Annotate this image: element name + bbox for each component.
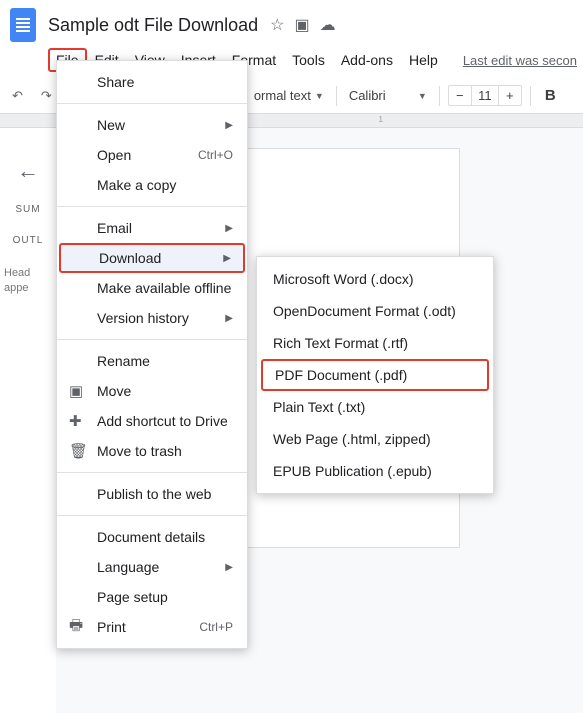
- menu-share[interactable]: Share: [57, 67, 247, 97]
- caret-down-icon: ▼: [315, 91, 324, 101]
- menu-rename-label: Rename: [97, 353, 150, 369]
- menu-rename[interactable]: Rename: [57, 346, 247, 376]
- menu-publish-label: Publish to the web: [97, 486, 211, 502]
- download-docx[interactable]: Microsoft Word (.docx): [257, 263, 493, 295]
- menu-divider: [57, 103, 247, 104]
- menu-version-history[interactable]: Version history ▶: [57, 303, 247, 333]
- star-icon[interactable]: ☆: [270, 15, 284, 35]
- docs-logo-icon[interactable]: [10, 8, 36, 42]
- menu-download-label: Download: [99, 250, 161, 266]
- menu-pagesetup-label: Page setup: [97, 589, 168, 605]
- menu-move-label: Move: [97, 383, 131, 399]
- redo-icon[interactable]: ↷: [35, 84, 58, 108]
- download-odt[interactable]: OpenDocument Format (.odt): [257, 295, 493, 327]
- menu-offline-label: Make available offline: [97, 280, 231, 296]
- menu-make-copy[interactable]: Make a copy: [57, 170, 247, 200]
- chevron-right-icon: ▶: [225, 313, 233, 324]
- download-rtf[interactable]: Rich Text Format (.rtf): [257, 327, 493, 359]
- menu-divider: [57, 206, 247, 207]
- last-edit-link[interactable]: Last edit was secon: [463, 53, 577, 68]
- menu-language[interactable]: Language ▶: [57, 552, 247, 582]
- menu-offline[interactable]: Make available offline: [57, 273, 247, 303]
- chevron-right-icon: ▶: [223, 253, 231, 264]
- menu-divider: [57, 472, 247, 473]
- menu-tools[interactable]: Tools: [284, 48, 333, 72]
- move-folder-icon[interactable]: ▣: [294, 15, 309, 35]
- chevron-right-icon: ▶: [225, 223, 233, 234]
- chevron-right-icon: ▶: [225, 120, 233, 131]
- folder-move-icon: ▣: [69, 382, 83, 400]
- menu-print[interactable]: 🖶 Print Ctrl+P: [57, 612, 247, 642]
- download-submenu: Microsoft Word (.docx) OpenDocument Form…: [256, 256, 494, 494]
- menu-open-shortcut: Ctrl+O: [198, 148, 233, 162]
- font-select[interactable]: Calibri ▼: [345, 86, 431, 105]
- menu-make-copy-label: Make a copy: [97, 177, 176, 193]
- menu-print-label: Print: [97, 619, 126, 635]
- increase-font-button[interactable]: +: [499, 86, 521, 105]
- menu-open[interactable]: Open Ctrl+O: [57, 140, 247, 170]
- menu-help[interactable]: Help: [401, 48, 446, 72]
- menu-email-label: Email: [97, 220, 132, 236]
- font-size-value[interactable]: 11: [471, 86, 499, 105]
- document-title[interactable]: Sample odt File Download: [48, 15, 258, 36]
- drive-shortcut-icon: ✚: [69, 412, 82, 430]
- menu-page-setup[interactable]: Page setup: [57, 582, 247, 612]
- download-txt[interactable]: Plain Text (.txt): [257, 391, 493, 423]
- separator: [439, 86, 440, 106]
- download-html[interactable]: Web Page (.html, zipped): [257, 423, 493, 455]
- separator: [336, 86, 337, 106]
- download-pdf[interactable]: PDF Document (.pdf): [261, 359, 489, 391]
- menu-new-label: New: [97, 117, 125, 133]
- outline-heading: OUTL: [13, 235, 44, 246]
- menu-new[interactable]: New ▶: [57, 110, 247, 140]
- menu-print-shortcut: Ctrl+P: [199, 620, 233, 634]
- font-size-stepper: − 11 +: [448, 85, 522, 106]
- chevron-right-icon: ▶: [225, 562, 233, 573]
- outline-hint: Head appe: [0, 266, 56, 297]
- back-arrow-icon[interactable]: ←: [17, 158, 39, 184]
- menu-open-label: Open: [97, 147, 131, 163]
- trash-icon: 🗑: [69, 442, 88, 460]
- menu-move[interactable]: ▣ Move: [57, 376, 247, 406]
- print-icon: 🖶: [69, 615, 83, 640]
- bold-button[interactable]: B: [539, 87, 562, 104]
- paragraph-style-select[interactable]: ormal text ▼: [250, 86, 328, 105]
- menu-addons[interactable]: Add-ons: [333, 48, 401, 72]
- separator: [530, 86, 531, 106]
- download-epub[interactable]: EPUB Publication (.epub): [257, 455, 493, 487]
- menu-details[interactable]: Document details: [57, 522, 247, 552]
- menu-add-shortcut[interactable]: ✚ Add shortcut to Drive: [57, 406, 247, 436]
- font-value: Calibri: [349, 88, 386, 103]
- caret-down-icon: ▼: [418, 91, 427, 101]
- menu-divider: [57, 515, 247, 516]
- menu-divider: [57, 339, 247, 340]
- menu-language-label: Language: [97, 559, 159, 575]
- file-menu-dropdown: Share New ▶ Open Ctrl+O Make a copy Email ▶…: [56, 60, 248, 649]
- menu-trash[interactable]: 🗑 Move to trash: [57, 436, 247, 466]
- undo-icon[interactable]: ↶: [6, 84, 29, 108]
- menu-download[interactable]: Download ▶: [59, 243, 245, 273]
- menu-version-label: Version history: [97, 310, 189, 326]
- summary-heading: SUM: [15, 204, 40, 215]
- menu-trash-label: Move to trash: [97, 443, 182, 459]
- paragraph-style-value: ormal text: [254, 88, 311, 103]
- menu-details-label: Document details: [97, 529, 205, 545]
- menu-publish[interactable]: Publish to the web: [57, 479, 247, 509]
- menu-shortcut-label: Add shortcut to Drive: [97, 413, 228, 429]
- menu-share-label: Share: [97, 74, 134, 90]
- menu-email[interactable]: Email ▶: [57, 213, 247, 243]
- decrease-font-button[interactable]: −: [449, 86, 471, 105]
- cloud-icon[interactable]: ☁: [320, 15, 336, 35]
